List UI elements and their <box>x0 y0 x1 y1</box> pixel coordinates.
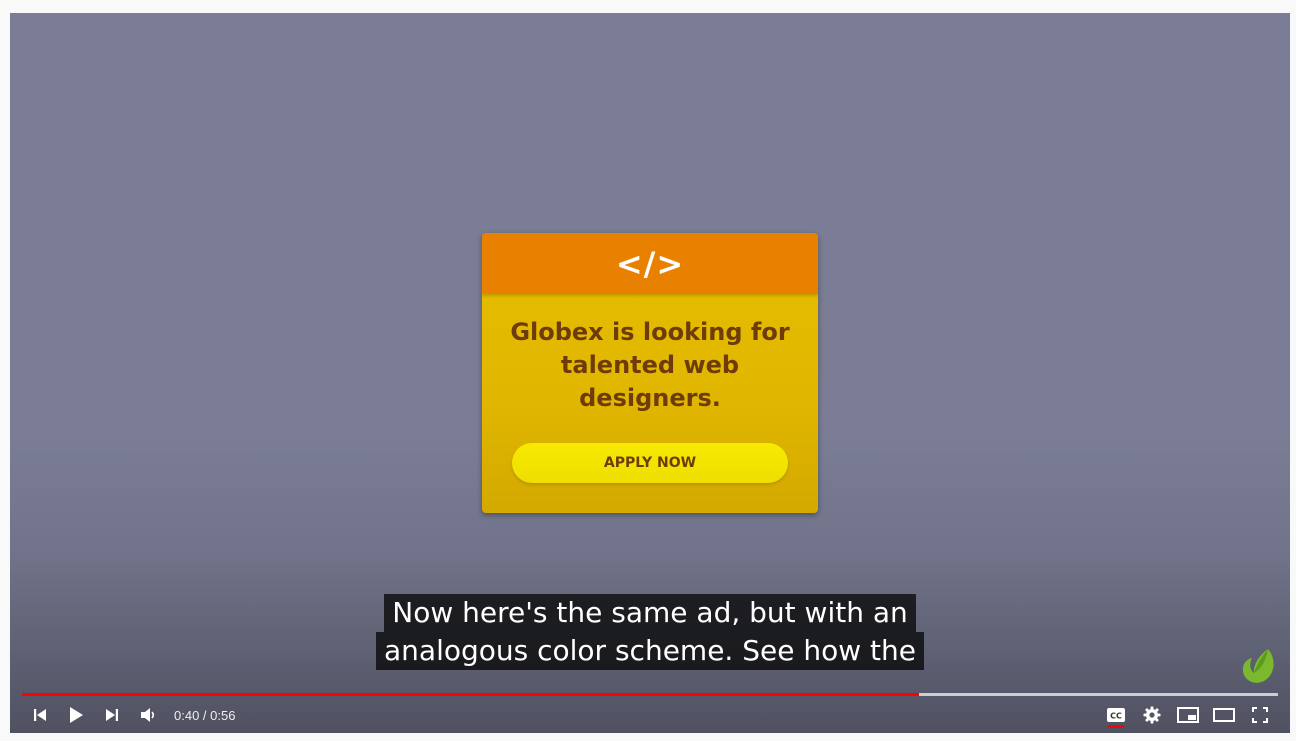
next-icon[interactable] <box>94 699 130 731</box>
envato-leaf-icon[interactable] <box>1238 646 1278 686</box>
captions-active-indicator <box>1108 725 1124 728</box>
code-icon: </> <box>615 244 685 283</box>
video-player[interactable]: </> Globex is looking for talented web d… <box>10 13 1290 733</box>
progress-played <box>22 693 919 696</box>
player-controls: 0:40 / 0:56 CC <box>22 699 1278 731</box>
miniplayer-icon[interactable] <box>1170 699 1206 731</box>
caption-line-1: Now here's the same ad, but with an <box>384 594 916 632</box>
theater-icon[interactable] <box>1206 699 1242 731</box>
duration: 0:56 <box>210 707 236 723</box>
captions-icon[interactable]: CC <box>1098 699 1134 731</box>
previous-icon[interactable] <box>22 699 58 731</box>
apply-now-button[interactable]: APPLY NOW <box>512 443 788 483</box>
volume-icon[interactable] <box>130 699 166 731</box>
captions: Now here's the same ad, but with an anal… <box>10 594 1290 670</box>
fullscreen-icon[interactable] <box>1242 699 1278 731</box>
ad-card: </> Globex is looking for talented web d… <box>482 233 818 513</box>
settings-icon[interactable] <box>1134 699 1170 731</box>
time-display: 0:40 / 0:56 <box>174 707 236 723</box>
current-time: 0:40 <box>174 707 200 723</box>
ad-header: </> <box>482 233 818 294</box>
progress-bar[interactable] <box>22 693 1278 696</box>
play-icon[interactable] <box>58 699 94 731</box>
caption-line-2: analogous color scheme. See how the <box>376 632 924 670</box>
ad-headline: Globex is looking for talented web desig… <box>510 318 790 412</box>
svg-text:CC: CC <box>1110 712 1122 721</box>
